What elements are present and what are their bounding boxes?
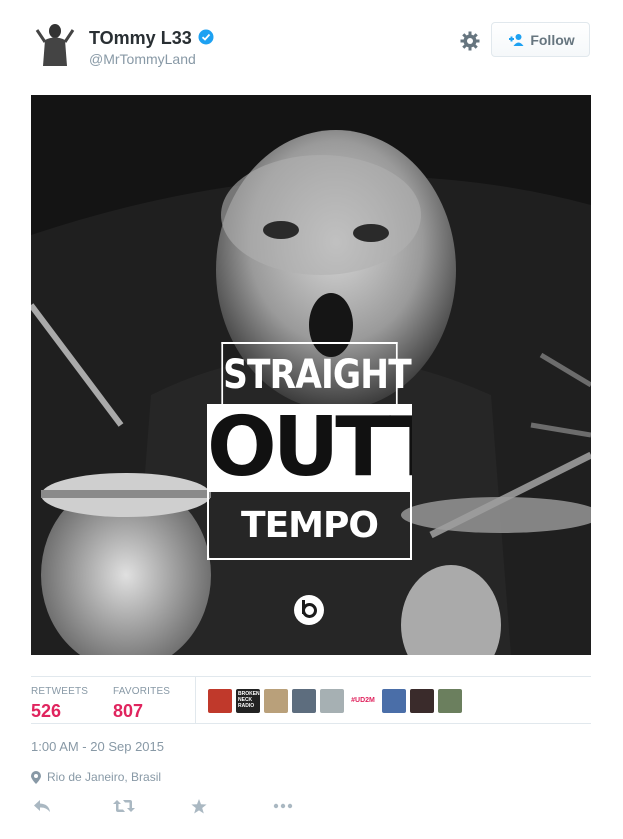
gear-icon[interactable]	[459, 30, 481, 52]
follow-button[interactable]: Follow	[491, 22, 590, 57]
favoriter-avatar[interactable]	[320, 689, 344, 713]
reply-icon	[34, 800, 50, 812]
favorites-count: 807	[113, 701, 144, 721]
beats-logo	[294, 595, 324, 625]
straight-outta-poster: STRAIGHT OUTTA TEMPO	[207, 342, 412, 560]
add-user-icon	[509, 33, 524, 46]
more-button[interactable]	[273, 796, 293, 816]
stats-divider	[195, 677, 196, 724]
favoriter-avatar[interactable]: #UD2M	[348, 689, 378, 713]
favoriter-avatars: BROKEN NECK RADIO #UD2M	[208, 689, 462, 713]
favoriter-avatar[interactable]	[410, 689, 434, 713]
reply-button[interactable]	[33, 796, 51, 816]
retweet-icon	[113, 800, 135, 812]
favoriter-avatar[interactable]	[292, 689, 316, 713]
tweet-header: TOmmy L33 @MrTommyLand Follow	[31, 20, 591, 76]
favorites-stat[interactable]: FAVORITES 807	[113, 686, 170, 722]
favorites-label: FAVORITES	[113, 686, 171, 697]
tweet-photo[interactable]: STRAIGHT OUTTA TEMPO	[31, 95, 591, 655]
location-pin-icon	[31, 770, 41, 784]
more-icon	[273, 803, 293, 809]
avatar-image	[31, 20, 80, 69]
favorite-button[interactable]	[191, 796, 207, 816]
poster-line-1: STRAIGHT	[221, 342, 412, 404]
follow-button-label: Follow	[530, 31, 575, 48]
verified-badge-icon	[198, 29, 214, 45]
user-handle[interactable]: @MrTommyLand	[89, 51, 196, 67]
user-fullname[interactable]: TOmmy L33	[89, 28, 192, 49]
retweets-label: RETWEETS	[31, 686, 89, 697]
retweets-stat[interactable]: RETWEETS 526	[31, 686, 88, 722]
poster-line-3: TEMPO	[207, 492, 412, 560]
favoriter-avatar[interactable]	[208, 689, 232, 713]
poster-line-2: OUTTA	[207, 404, 412, 492]
tweet-actions	[31, 796, 331, 816]
tweet-stats: RETWEETS 526 FAVORITES 807 BROKEN NECK R…	[31, 676, 591, 724]
favoriter-avatar[interactable]: BROKEN NECK RADIO	[236, 689, 260, 713]
favoriter-avatar[interactable]	[382, 689, 406, 713]
location-text: Rio de Janeiro, Brasil	[47, 770, 162, 784]
retweet-button[interactable]	[113, 796, 135, 816]
avatar[interactable]	[31, 20, 80, 69]
retweets-count: 526	[31, 701, 62, 721]
favoriter-avatar[interactable]	[264, 689, 288, 713]
favorite-icon	[191, 798, 207, 813]
tweet-timestamp[interactable]: 1:00 AM - 20 Sep 2015	[31, 739, 164, 754]
tweet-location[interactable]: Rio de Janeiro, Brasil	[31, 770, 161, 784]
favoriter-avatar[interactable]	[438, 689, 462, 713]
